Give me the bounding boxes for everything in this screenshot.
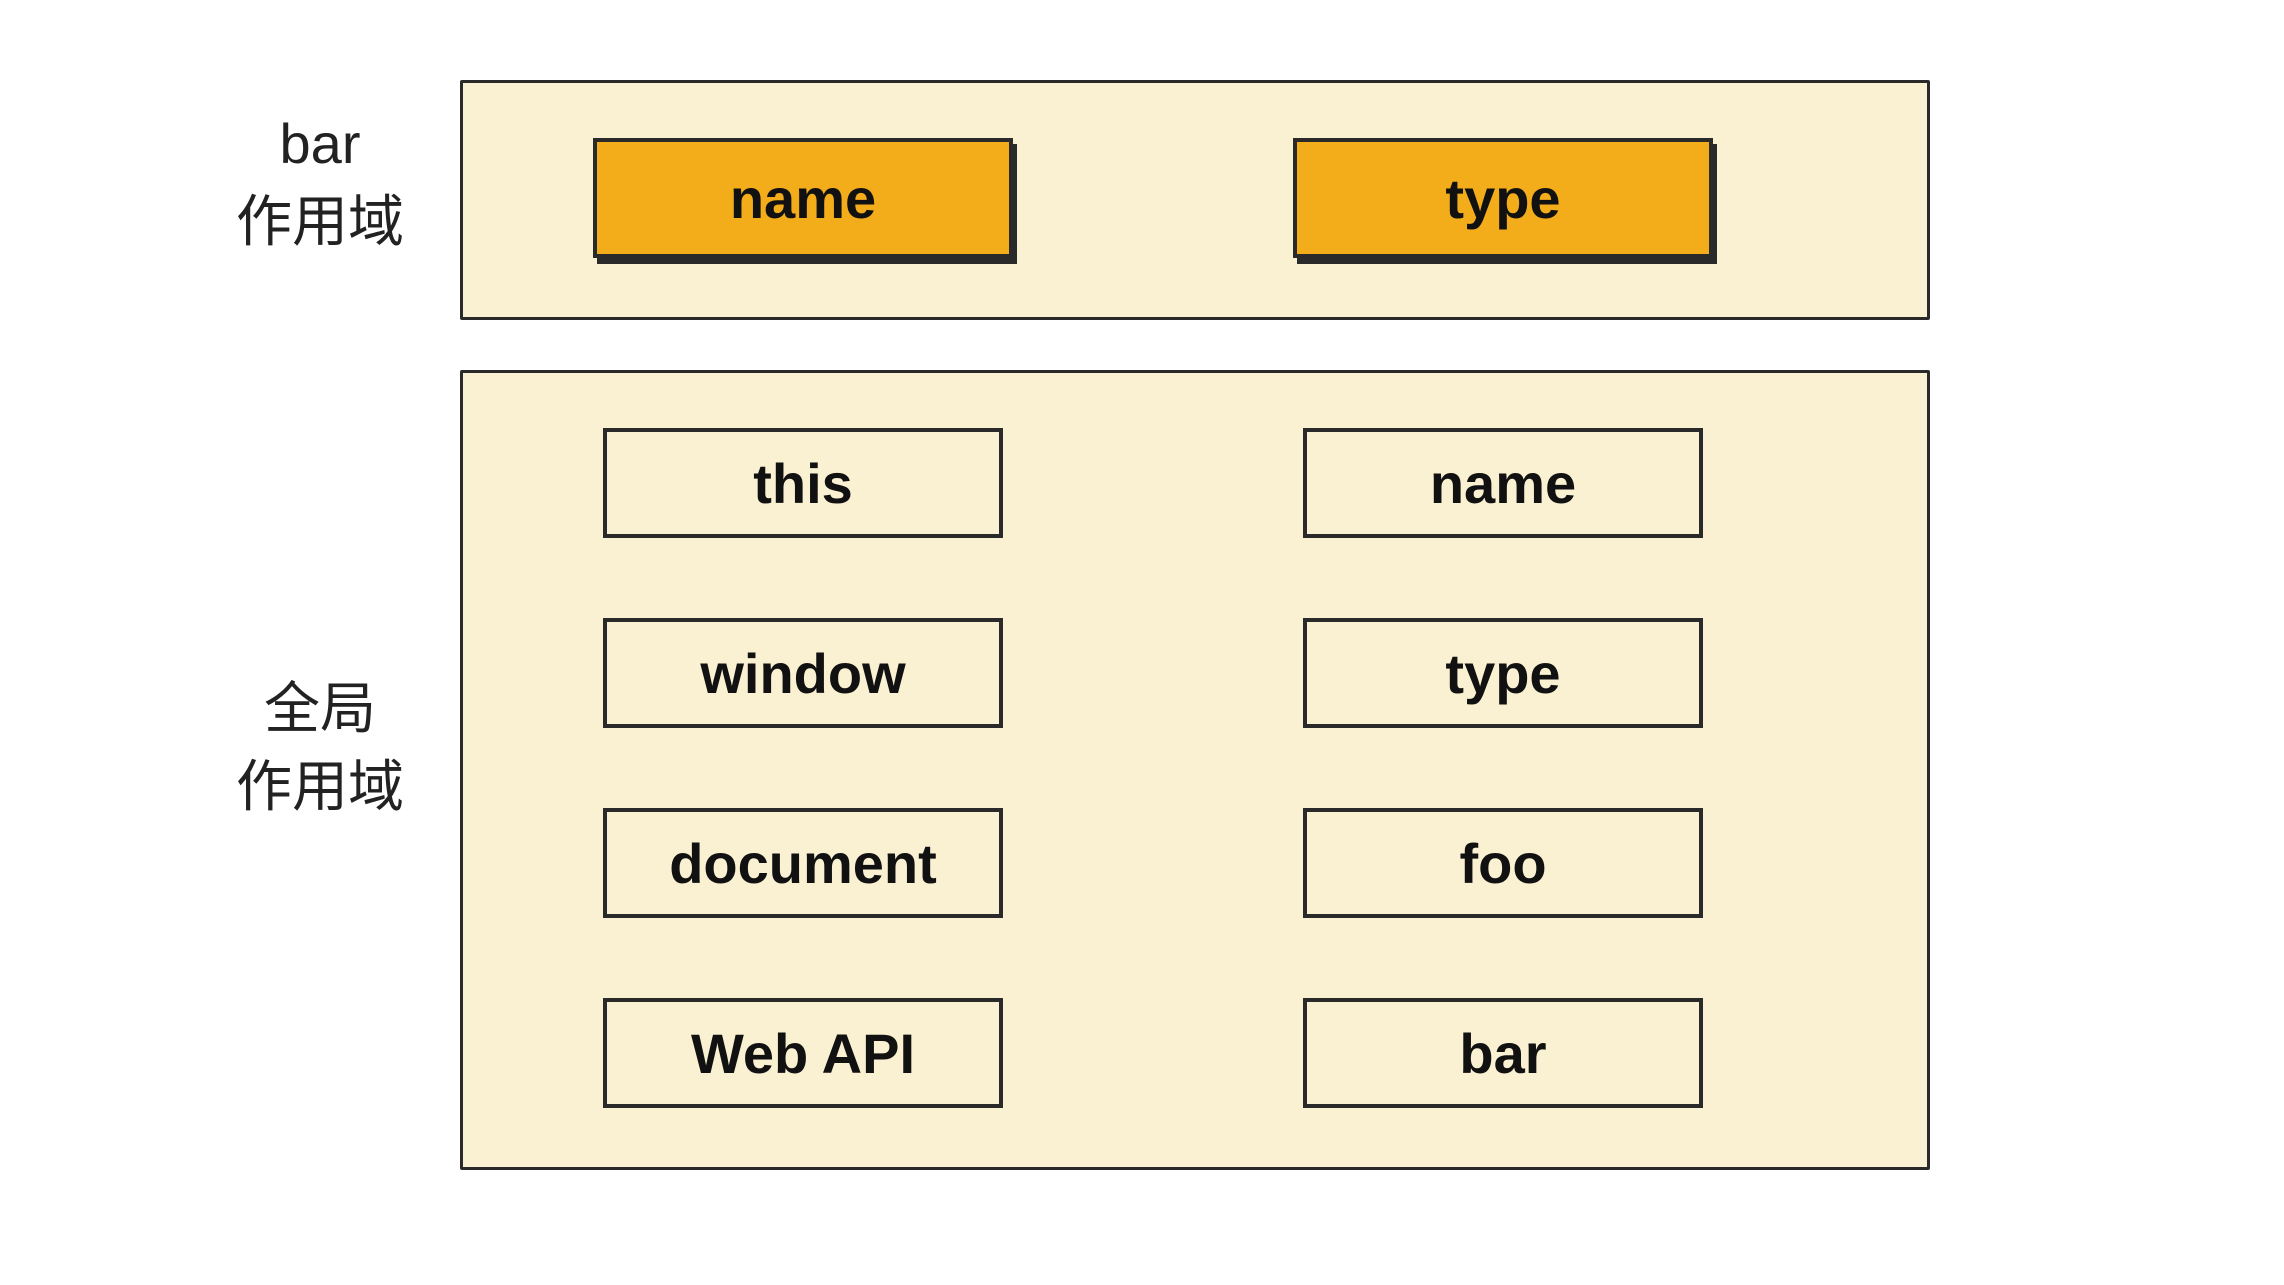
bar-scope-box: name type <box>460 80 1930 320</box>
global-scope-label-line1: 全局 <box>190 670 450 748</box>
global-cell-window-text: window <box>700 641 905 706</box>
bar-scope-label-line2: 作用域 <box>190 183 450 261</box>
bar-scope-cell-name-text: name <box>730 166 876 231</box>
global-scope-box: this window document Web API name type f… <box>460 370 1930 1170</box>
diagram-canvas: bar 作用域 name type 全局 作用域 this window doc… <box>0 0 2284 1285</box>
global-cell-name: name <box>1303 428 1703 538</box>
global-cell-foo-text: foo <box>1459 831 1546 896</box>
global-cell-document-text: document <box>669 831 937 896</box>
bar-scope-label-line1: bar <box>190 105 450 183</box>
global-cell-document: document <box>603 808 1003 918</box>
global-cell-webapi: Web API <box>603 998 1003 1108</box>
global-cell-type: type <box>1303 618 1703 728</box>
global-cell-name-text: name <box>1430 451 1576 516</box>
global-cell-bar: bar <box>1303 998 1703 1108</box>
global-cell-this-text: this <box>753 451 853 516</box>
global-cell-bar-text: bar <box>1459 1021 1546 1086</box>
bar-scope-cell-type-text: type <box>1445 166 1560 231</box>
global-cell-this: this <box>603 428 1003 538</box>
bar-scope-label: bar 作用域 <box>190 105 450 262</box>
global-cell-window: window <box>603 618 1003 728</box>
global-cell-foo: foo <box>1303 808 1703 918</box>
bar-scope-cell-type: type <box>1293 138 1713 258</box>
global-scope-label-line2: 作用域 <box>190 748 450 826</box>
global-scope-label: 全局 作用域 <box>190 670 450 827</box>
global-cell-type-text: type <box>1445 641 1560 706</box>
global-cell-webapi-text: Web API <box>691 1021 915 1086</box>
bar-scope-cell-name: name <box>593 138 1013 258</box>
